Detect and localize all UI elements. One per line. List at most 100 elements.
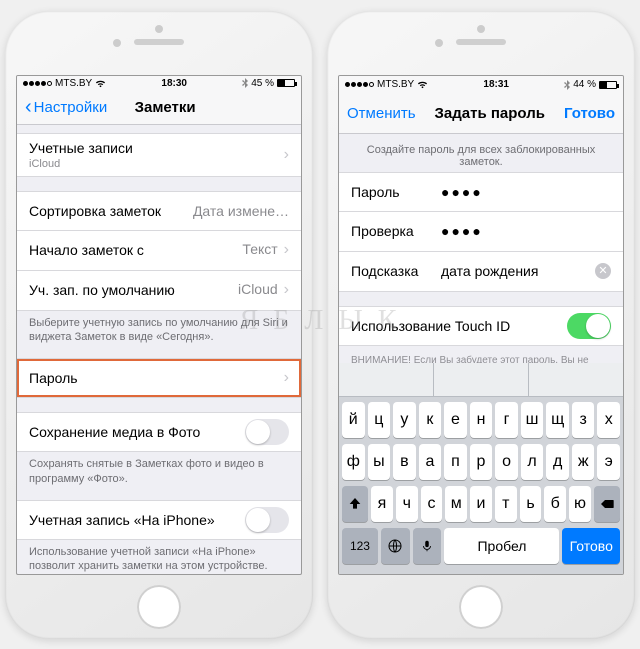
back-button[interactable]: ‹ Настройки bbox=[25, 97, 107, 117]
chevron-left-icon: ‹ bbox=[25, 97, 32, 117]
key-ы[interactable]: ы bbox=[368, 444, 391, 480]
clear-icon[interactable]: ✕ bbox=[595, 263, 611, 279]
signal-dots bbox=[345, 82, 374, 87]
verify-field-row[interactable]: Проверка ●●●● bbox=[339, 212, 623, 252]
globe-key[interactable] bbox=[381, 528, 410, 564]
done-button[interactable]: Готово bbox=[564, 105, 615, 122]
cancel-button[interactable]: Отменить bbox=[347, 105, 416, 122]
key-й[interactable]: й bbox=[342, 402, 365, 438]
carrier-label: MTS.BY bbox=[55, 78, 92, 89]
key-и[interactable]: и bbox=[470, 486, 492, 522]
keyboard-done-key[interactable]: Готово bbox=[562, 528, 620, 564]
row-save-media[interactable]: Сохранение медиа в Фото bbox=[17, 412, 301, 452]
key-н[interactable]: н bbox=[470, 402, 493, 438]
key-ч[interactable]: ч bbox=[396, 486, 418, 522]
touch-id-switch[interactable] bbox=[567, 313, 611, 339]
header-note: Создайте пароль для всех заблокированных… bbox=[339, 134, 623, 172]
page-title: Заметки bbox=[135, 99, 196, 116]
key-х[interactable]: х bbox=[597, 402, 620, 438]
screen-left: MTS.BY 18:30 45 % ‹ Настройки Заметки bbox=[16, 75, 302, 575]
status-bar: MTS.BY 18:31 44 % bbox=[339, 76, 623, 94]
row-accounts[interactable]: Учетные записи iCloud › bbox=[17, 133, 301, 177]
chevron-right-icon: › bbox=[284, 146, 289, 164]
clock: 18:31 bbox=[428, 79, 564, 90]
row-sort[interactable]: Сортировка заметок Дата измене… bbox=[17, 191, 301, 231]
bluetooth-icon bbox=[242, 78, 248, 88]
on-iphone-switch[interactable] bbox=[245, 507, 289, 533]
home-button[interactable] bbox=[459, 585, 503, 629]
key-е[interactable]: е bbox=[444, 402, 467, 438]
hint-field-row[interactable]: Подсказка дата рождения ✕ bbox=[339, 252, 623, 292]
keyboard-row-1: йцукенгшщзх bbox=[342, 402, 620, 438]
mic-key[interactable] bbox=[413, 528, 442, 564]
hint-value[interactable]: дата рождения bbox=[441, 263, 595, 279]
password-value[interactable]: ●●●● bbox=[441, 184, 611, 200]
shift-key[interactable] bbox=[342, 486, 368, 522]
password-field-row[interactable]: Пароль ●●●● bbox=[339, 172, 623, 212]
default-account-footer: Выберите учетную запись по умолчанию для… bbox=[17, 311, 301, 345]
key-г[interactable]: г bbox=[495, 402, 518, 438]
space-key[interactable]: Пробел bbox=[444, 528, 559, 564]
iphone-left: MTS.BY 18:30 45 % ‹ Настройки Заметки bbox=[5, 11, 313, 639]
carrier-label: MTS.BY bbox=[377, 79, 414, 90]
nav-bar: Отменить Задать пароль Готово bbox=[339, 94, 623, 134]
front-camera bbox=[113, 39, 121, 47]
key-в[interactable]: в bbox=[393, 444, 416, 480]
key-п[interactable]: п bbox=[444, 444, 467, 480]
key-ж[interactable]: ж bbox=[572, 444, 595, 480]
speaker bbox=[134, 39, 184, 45]
numbers-key[interactable]: 123 bbox=[342, 528, 378, 564]
bluetooth-icon bbox=[564, 80, 570, 90]
sensor-dot bbox=[477, 25, 485, 33]
key-я[interactable]: я bbox=[371, 486, 393, 522]
on-iphone-footer: Использование учетной записи «На iPhone»… bbox=[17, 540, 301, 574]
status-bar: MTS.BY 18:30 45 % bbox=[17, 76, 301, 91]
row-password[interactable]: Пароль › bbox=[17, 358, 301, 398]
home-button[interactable] bbox=[137, 585, 181, 629]
key-ц[interactable]: ц bbox=[368, 402, 391, 438]
key-д[interactable]: д bbox=[546, 444, 569, 480]
backspace-key[interactable] bbox=[594, 486, 620, 522]
key-э[interactable]: э bbox=[597, 444, 620, 480]
chevron-right-icon: › bbox=[284, 369, 289, 387]
battery-pct: 44 % bbox=[573, 79, 596, 90]
key-с[interactable]: с bbox=[421, 486, 443, 522]
clock: 18:30 bbox=[106, 78, 242, 89]
chevron-right-icon: › bbox=[284, 241, 289, 258]
key-т[interactable]: т bbox=[495, 486, 517, 522]
key-а[interactable]: а bbox=[419, 444, 442, 480]
key-л[interactable]: л bbox=[521, 444, 544, 480]
speaker bbox=[456, 39, 506, 45]
key-ф[interactable]: ф bbox=[342, 444, 365, 480]
front-camera bbox=[435, 39, 443, 47]
accounts-sub: iCloud bbox=[29, 158, 133, 170]
verify-value[interactable]: ●●●● bbox=[441, 223, 611, 239]
key-з[interactable]: з bbox=[572, 402, 595, 438]
save-media-switch[interactable] bbox=[245, 419, 289, 445]
wifi-icon bbox=[417, 80, 428, 89]
key-ь[interactable]: ь bbox=[520, 486, 542, 522]
screen-right: MTS.BY 18:31 44 % Отменить Задать пароль… bbox=[338, 75, 624, 575]
key-р[interactable]: р bbox=[470, 444, 493, 480]
keyboard-row-3: ячсмитьбю bbox=[342, 486, 620, 522]
key-к[interactable]: к bbox=[419, 402, 442, 438]
keyboard-row-2: фывапролджэ bbox=[342, 444, 620, 480]
row-on-iphone[interactable]: Учетная запись «На iPhone» bbox=[17, 500, 301, 540]
key-ш[interactable]: ш bbox=[521, 402, 544, 438]
row-touch-id[interactable]: Использование Touch ID bbox=[339, 306, 623, 346]
key-о[interactable]: о bbox=[495, 444, 518, 480]
key-щ[interactable]: щ bbox=[546, 402, 569, 438]
iphone-right: MTS.BY 18:31 44 % Отменить Задать пароль… bbox=[327, 11, 635, 639]
back-label: Настройки bbox=[34, 99, 108, 116]
row-default-account[interactable]: Уч. зап. по умолчанию iCloud› bbox=[17, 271, 301, 311]
keyboard-suggestions[interactable] bbox=[339, 363, 623, 397]
key-у[interactable]: у bbox=[393, 402, 416, 438]
key-б[interactable]: б bbox=[544, 486, 566, 522]
sensor-dot bbox=[155, 25, 163, 33]
key-м[interactable]: м bbox=[445, 486, 467, 522]
key-ю[interactable]: ю bbox=[569, 486, 591, 522]
row-start[interactable]: Начало заметок с Текст› bbox=[17, 231, 301, 271]
nav-bar: ‹ Настройки Заметки bbox=[17, 91, 301, 125]
wifi-icon bbox=[95, 79, 106, 88]
signal-dots bbox=[23, 81, 52, 86]
